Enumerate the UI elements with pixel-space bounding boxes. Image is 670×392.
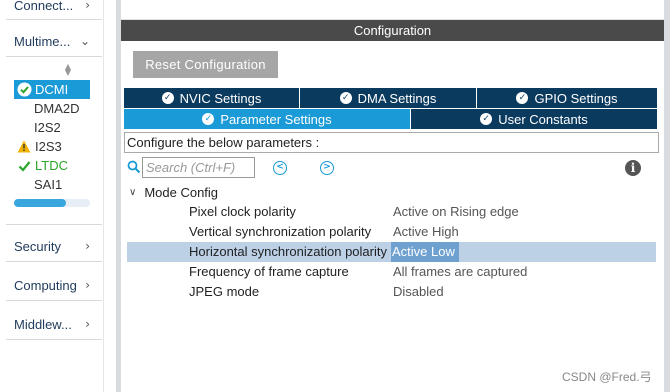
- chevron-down-icon: ⌄: [79, 34, 90, 48]
- info-icon[interactable]: i: [625, 160, 641, 176]
- sidebar-item-ltdc[interactable]: LTDC: [14, 156, 90, 175]
- mode-config-group[interactable]: ∨ Mode Config: [129, 183, 218, 201]
- search-next-icon[interactable]: >: [320, 161, 334, 175]
- search-previous-icon[interactable]: <: [273, 161, 287, 175]
- watermark: CSDN @Fred.弓: [562, 370, 652, 384]
- tab-user-constants[interactable]: ✓ User Constants: [411, 109, 657, 129]
- category-divider: [6, 339, 102, 340]
- sidebar: Connect... › Multime... ⌄ ▲ ▼ DCMI DMA2D …: [0, 0, 103, 392]
- chevron-right-icon: ›: [85, 278, 90, 292]
- parameter-name: Horizontal synchronization polarity: [189, 244, 387, 259]
- check-circle-icon: [16, 82, 32, 97]
- warning-icon: [16, 140, 32, 153]
- category-divider: [6, 300, 102, 301]
- parameters-description: Configure the below parameters :: [124, 132, 659, 153]
- chevron-right-icon: ›: [85, 317, 90, 331]
- settings-tabs-row-2: ✓ Parameter Settings ✓ User Constants: [124, 108, 657, 129]
- check-circle-icon: ✓: [161, 92, 174, 104]
- tab-label: DMA Settings: [357, 90, 437, 106]
- sidebar-item-dma2d[interactable]: DMA2D: [14, 99, 90, 118]
- sidebar-scrollbar-thumb[interactable]: [14, 199, 66, 207]
- parameter-row[interactable]: Pixel clock polarity Active on Rising ed…: [127, 202, 656, 222]
- sidebar-item-label: LTDC: [35, 158, 68, 173]
- category-middleware[interactable]: Middlew... ›: [6, 311, 100, 337]
- category-label: Connect...: [14, 0, 74, 13]
- chevron-right-icon: ›: [85, 0, 90, 12]
- parameter-row[interactable]: JPEG mode Disabled: [127, 282, 656, 302]
- search-input[interactable]: Search (Ctrl+F): [142, 157, 255, 178]
- configuration-panel: Configuration Reset Configuration ✓ NVIC…: [121, 0, 664, 392]
- category-divider: [6, 56, 102, 57]
- check-icon: [16, 160, 32, 172]
- tab-label: User Constants: [498, 111, 588, 127]
- category-computing[interactable]: Computing ›: [6, 272, 100, 298]
- parameter-name: Pixel clock polarity: [189, 204, 296, 219]
- sidebar-item-label: I2S2: [34, 120, 61, 135]
- sidebar-item-label: DCMI: [35, 82, 69, 97]
- search-icon: [127, 160, 141, 174]
- category-divider: [6, 19, 102, 20]
- panel-top-area: [121, 0, 664, 20]
- parameter-value[interactable]: Active High: [393, 222, 459, 242]
- tab-label: Parameter Settings: [220, 111, 332, 127]
- sidebar-item-label: DMA2D: [34, 101, 80, 116]
- tab-gpio-settings[interactable]: ✓ GPIO Settings: [477, 88, 657, 108]
- chevron-right-icon: ›: [85, 239, 90, 253]
- category-label: Security: [14, 238, 61, 254]
- check-circle-icon: ✓: [480, 113, 493, 125]
- sidebar-item-dcmi[interactable]: DCMI: [14, 80, 90, 99]
- category-label: Middlew...: [14, 316, 72, 332]
- peripheral-list: DCMI DMA2D I2S2 I2S3 LTDC SAI1: [14, 80, 90, 194]
- category-security[interactable]: Security ›: [6, 233, 100, 259]
- parameter-value[interactable]: All frames are captured: [393, 262, 527, 282]
- tab-label: GPIO Settings: [534, 90, 618, 106]
- category-label: Computing: [14, 277, 77, 293]
- sidebar-item-i2s2[interactable]: I2S2: [14, 118, 90, 137]
- parameter-name: Frequency of frame capture: [189, 264, 349, 279]
- parameter-row-selected[interactable]: Horizontal synchronization polarity Acti…: [127, 242, 656, 262]
- panel-title: Configuration: [121, 20, 664, 41]
- category-multimedia[interactable]: Multime... ⌄: [6, 28, 100, 54]
- category-divider: [6, 224, 102, 225]
- check-circle-icon: ✓: [339, 92, 352, 104]
- sidebar-item-sai1[interactable]: SAI1: [14, 175, 90, 194]
- group-label: Mode Config: [144, 184, 219, 200]
- sidebar-item-label: I2S3: [35, 139, 62, 154]
- category-label: Multime...: [14, 33, 71, 49]
- check-circle-icon: ✓: [202, 113, 215, 125]
- scroll-up-icon[interactable]: ▲ ▼: [62, 63, 74, 77]
- parameter-row[interactable]: Vertical synchronization polarity Active…: [127, 222, 656, 242]
- parameter-value[interactable]: Disabled: [393, 282, 444, 302]
- check-circle-icon: ✓: [516, 92, 529, 104]
- category-connectivity[interactable]: Connect... ›: [6, 0, 100, 18]
- parameter-name: JPEG mode: [189, 284, 260, 299]
- parameter-row[interactable]: Frequency of frame capture All frames ar…: [127, 262, 656, 282]
- parameter-name: Vertical synchronization polarity: [189, 224, 372, 239]
- tab-dma-settings[interactable]: ✓ DMA Settings: [300, 88, 477, 108]
- category-divider: [6, 261, 102, 262]
- tab-parameter-settings[interactable]: ✓ Parameter Settings: [124, 109, 411, 129]
- tab-nvic-settings[interactable]: ✓ NVIC Settings: [124, 88, 300, 108]
- settings-tabs-row-1: ✓ NVIC Settings ✓ DMA Settings ✓ GPIO Se…: [124, 88, 657, 108]
- panel-splitter[interactable]: [103, 0, 116, 392]
- sidebar-item-label: SAI1: [34, 177, 63, 192]
- sidebar-item-i2s3[interactable]: I2S3: [14, 137, 90, 156]
- parameter-value[interactable]: Active Low: [391, 242, 459, 262]
- tab-label: NVIC Settings: [179, 90, 262, 106]
- chevron-down-icon: ∨: [129, 186, 137, 198]
- parameter-value[interactable]: Active on Rising edge: [393, 202, 519, 222]
- reset-configuration-button[interactable]: Reset Configuration: [133, 51, 278, 78]
